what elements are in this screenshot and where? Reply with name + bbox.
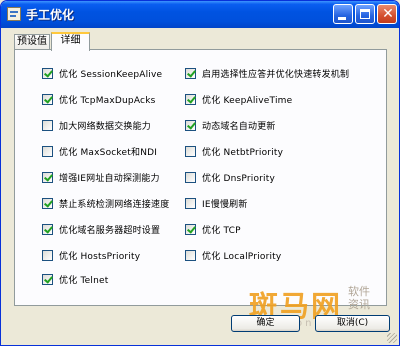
option-label: 优化域名服务器超时设置	[59, 226, 161, 236]
option-label: 优化 MaxSocket和NDI	[59, 148, 158, 158]
minimize-icon	[338, 17, 346, 20]
checkbox[interactable]	[185, 146, 196, 157]
app-icon	[7, 7, 21, 21]
option-label: 优化 LocalPriority	[202, 252, 282, 262]
checkbox[interactable]	[42, 146, 53, 157]
option-label: 优化 SessionKeepAlive	[59, 70, 163, 80]
option-label: 禁止系统检测网络连接速度	[59, 200, 170, 210]
checkbox[interactable]	[185, 172, 196, 183]
ok-button[interactable]: 确定	[231, 315, 300, 332]
checkbox[interactable]	[42, 250, 53, 261]
checkbox[interactable]	[185, 224, 196, 235]
maximize-icon	[360, 9, 370, 19]
dialog-window: 手工优化 ✕ 预设值 详细 优化 SessionKeepAlive 优化 Tcp…	[0, 0, 400, 346]
option-label: 优化 HostsPriority	[59, 252, 141, 262]
option-label: 优化 Telnet	[59, 276, 109, 286]
option-label: 优化 KeepAliveTime	[202, 96, 293, 106]
checkbox[interactable]	[42, 198, 53, 209]
checkbox[interactable]	[42, 224, 53, 235]
checkbox[interactable]	[185, 250, 196, 261]
cancel-button[interactable]: 取消(C)	[315, 315, 390, 332]
option-label: 优化 DnsPriority	[202, 174, 276, 184]
option-label: 增强IE网址自动探测能力	[59, 174, 160, 184]
tab-details[interactable]: 详细	[51, 32, 90, 51]
checkbox[interactable]	[42, 120, 53, 131]
option-label: 加大网络数据交换能力	[59, 122, 152, 132]
option-label: 优化 NetbtPriority	[202, 148, 284, 158]
checkbox[interactable]	[185, 120, 196, 131]
option-label: 启用选择性应答并优化快速转发机制	[202, 70, 350, 80]
checkbox[interactable]	[185, 198, 196, 209]
resize-grip[interactable]	[387, 333, 397, 343]
checkbox[interactable]	[42, 94, 53, 105]
option-label: 动态域名自动更新	[202, 122, 276, 132]
window-title: 手工优化	[26, 8, 75, 22]
checkbox[interactable]	[185, 94, 196, 105]
watermark-side-text: 软件资讯	[348, 285, 370, 311]
close-button[interactable]: ✕	[377, 4, 397, 24]
checkbox[interactable]	[42, 274, 53, 285]
tab-panel-details: 优化 SessionKeepAlive 优化 TcpMaxDupAcks 加大网…	[14, 49, 387, 306]
checkbox[interactable]	[42, 172, 53, 183]
maximize-button[interactable]	[355, 4, 375, 24]
option-label: 优化 TcpMaxDupAcks	[59, 96, 156, 106]
option-label: IE慢慢刷新	[202, 200, 248, 210]
option-label: 优化 TCP	[202, 226, 241, 236]
checkbox[interactable]	[185, 68, 196, 79]
title-bar[interactable]: 手工优化 ✕	[1, 1, 399, 28]
tab-presets[interactable]: 预设值	[14, 34, 50, 50]
minimize-button[interactable]	[333, 4, 353, 24]
close-icon: ✕	[382, 6, 394, 22]
checkbox[interactable]	[42, 68, 53, 79]
